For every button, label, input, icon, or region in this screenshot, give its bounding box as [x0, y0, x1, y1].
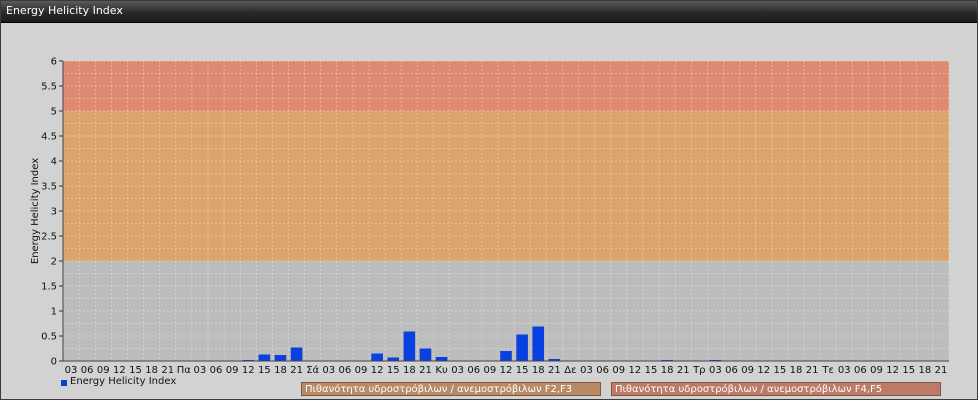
x-tick-label: 21 [806, 365, 819, 375]
x-tick-label: 15 [129, 365, 142, 375]
x-tick-label: 06 [210, 365, 223, 375]
x-tick-label: 06 [339, 365, 352, 375]
x-tick-label: 12 [371, 365, 384, 375]
y-tick-label: 5.5 [41, 82, 57, 93]
bar [258, 354, 271, 361]
x-tick-label: 06 [854, 365, 867, 375]
y-tick-label: 3 [51, 207, 57, 218]
y-tick-label: 0 [51, 357, 57, 368]
x-tick-label: 03 [451, 365, 464, 375]
x-tick-label: Τε [821, 365, 834, 375]
x-tick-label: Κυ [435, 365, 448, 375]
x-tick-label: 18 [661, 365, 674, 375]
x-tick-label: 15 [258, 365, 271, 375]
y-tick-label: 4 [51, 157, 57, 168]
x-tick-label: 18 [274, 365, 287, 375]
x-tick-label: 09 [355, 365, 368, 375]
bar [500, 351, 512, 361]
chart-area: 00.511.522.533.544.555.5603 06 09 12 15 18 21 Π… [30, 57, 950, 375]
x-tick-label: 21 [935, 365, 948, 375]
x-tick-label: 09 [97, 365, 110, 375]
y-tick-label: 4.5 [41, 132, 57, 143]
y-tick-label: 1 [51, 307, 57, 318]
band-label-f4-f5: Πιθανότητα υδροστρόβιλων / ανεμοστρόβιλω… [611, 382, 941, 396]
x-tick-label: 12 [242, 365, 255, 375]
x-tick-label: 12 [886, 365, 899, 375]
y-tick-label: 3.5 [41, 182, 57, 193]
x-tick-label: 03 [709, 365, 722, 375]
x-tick-label: 18 [790, 365, 803, 375]
x-tick-label: 21 [548, 365, 561, 375]
chart-window: Energy Helicity Index 0 0.5 1 1.5 2 2.5 3 3.5 4 4… [0, 0, 978, 400]
x-tick-label: 03 [580, 365, 593, 375]
x-tick-label: 12 [500, 365, 513, 375]
x-tick-label: 18 [918, 365, 931, 375]
x-tick-label: 12 [629, 365, 642, 375]
x-tick-label: 15 [773, 365, 786, 375]
x-tick-label: 21 [290, 365, 303, 375]
x-tick-label: Σά [306, 364, 319, 375]
x-tick-label: 12 [757, 365, 770, 375]
x-tick-label: 09 [612, 365, 625, 375]
x-tick-label: 03 [322, 365, 335, 375]
title-bar: Energy Helicity Index [1, 1, 977, 23]
y-tick-label: 0.5 [41, 332, 57, 343]
x-tick-label: 09 [484, 365, 497, 375]
x-tick-label: 15 [645, 365, 658, 375]
bar [290, 347, 303, 361]
x-tick-label: 03 [194, 365, 207, 375]
band-label-f2-f3: Πιθανότητα υδροστρόβιλων / ανεμοστρόβιλω… [301, 382, 601, 396]
x-tick-label: 06 [467, 365, 480, 375]
bar [516, 334, 528, 361]
bar [403, 331, 416, 361]
y-tick-label: 2 [51, 257, 57, 268]
bar [435, 357, 448, 361]
x-tick-label: Πα [177, 365, 192, 375]
x-tick-label: 09 [870, 365, 883, 375]
bar [274, 355, 287, 361]
x-tick-label: 15 [387, 365, 400, 375]
y-tick-label: 1.5 [41, 282, 57, 293]
x-tick-label: 15 [516, 365, 529, 375]
x-tick-label: 06 [596, 365, 609, 375]
x-tick-label: 03 [65, 365, 78, 375]
y-tick-label: 6 [51, 57, 57, 68]
y-tick-label: 2.5 [41, 232, 57, 243]
x-tick-label: 03 [838, 365, 851, 375]
window-title: Energy Helicity Index [6, 4, 123, 17]
x-tick-label: Δε [564, 365, 576, 375]
x-tick-label: Τρ [692, 365, 705, 375]
x-tick-label: 06 [725, 365, 738, 375]
x-tick-label: 09 [741, 365, 754, 375]
bar [371, 353, 383, 361]
legend-label: Energy Helicity Index [70, 376, 177, 387]
y-axis-title: Energy Helicity Index [30, 158, 41, 264]
x-tick-label: 18 [403, 365, 416, 375]
x-tick-label: 15 [902, 365, 915, 375]
x-tick-label: 12 [113, 365, 126, 375]
bar [419, 348, 432, 361]
x-tick-label: 06 [81, 365, 94, 375]
x-tick-label: 21 [677, 365, 690, 375]
legend-square-icon [61, 380, 67, 386]
bar [532, 326, 545, 361]
x-tick-label: 09 [226, 365, 239, 375]
x-tick-label: 18 [532, 365, 545, 375]
x-tick-label: 21 [161, 365, 174, 375]
y-tick-label: 5 [51, 107, 57, 118]
bar [387, 357, 400, 361]
x-tick-label: 21 [419, 365, 432, 375]
x-tick-label: 18 [145, 365, 158, 375]
